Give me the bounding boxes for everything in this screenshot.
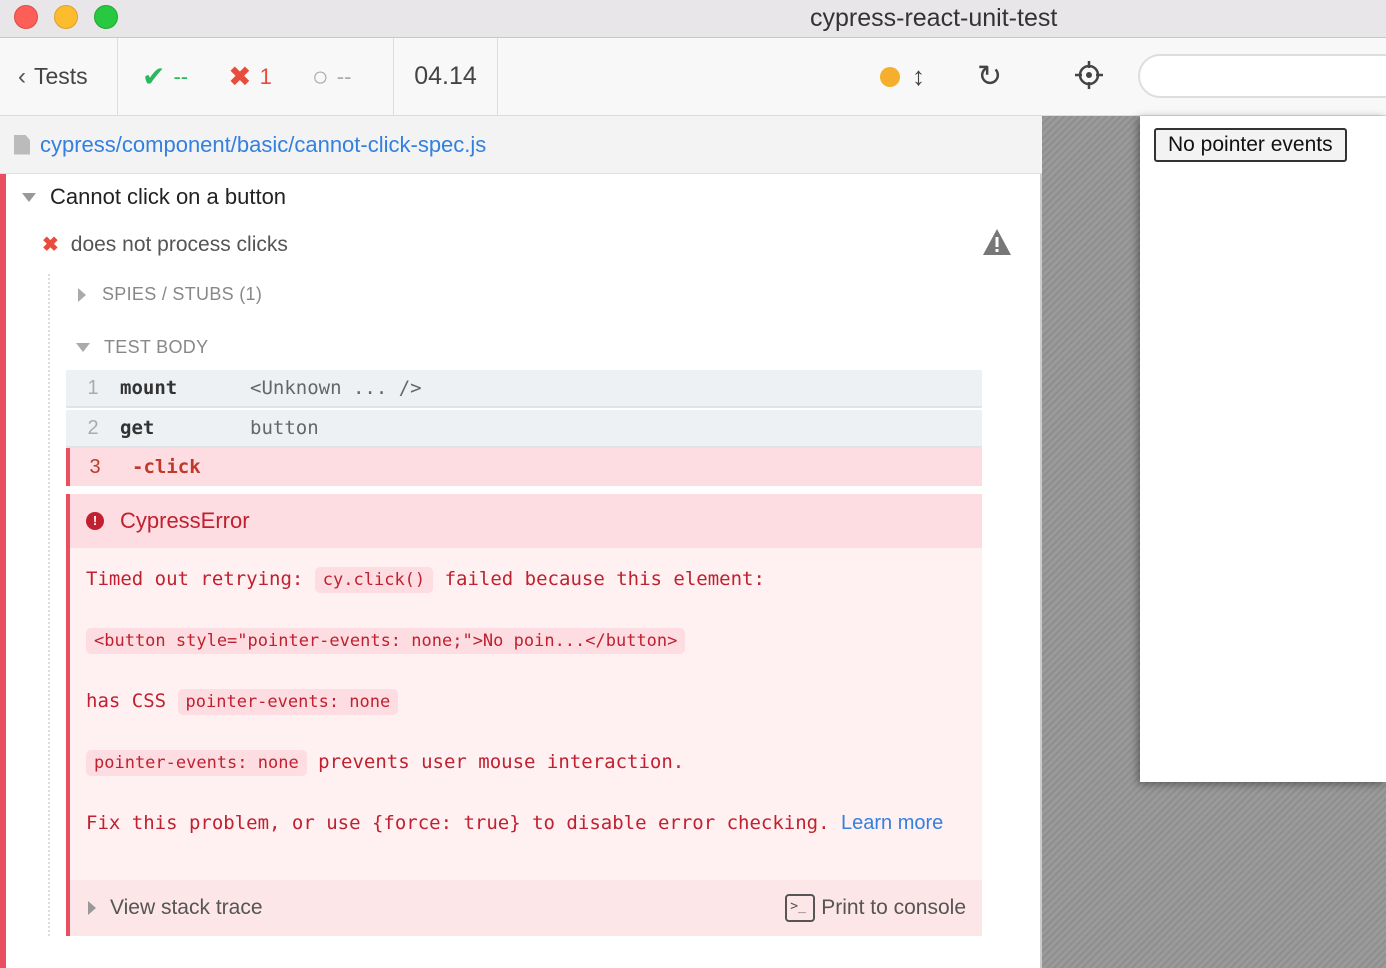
error-text: prevents user mouse interaction.: [318, 751, 685, 773]
dot-icon: [880, 66, 900, 87]
x-icon: ✖: [228, 61, 252, 92]
test-body-toggle[interactable]: TEST BODY: [76, 337, 208, 358]
error-text: Fix this problem, or use {force: true} t…: [86, 812, 830, 834]
reporter-header: ‹ Tests ✔ -- ✖ 1 ○ -- 04.14 ↕ ↻: [0, 38, 1042, 116]
spec-path-bar: cypress/component/basic/cannot-click-spe…: [0, 116, 1042, 174]
window-titlebar: cypress-react-unit-test: [0, 0, 1386, 38]
reload-icon[interactable]: ↻: [977, 59, 1002, 94]
command-name: mount: [120, 377, 178, 399]
error-icon: !: [86, 512, 104, 530]
caret-down-icon: [22, 192, 36, 202]
test-title[interactable]: ✖ does not process clicks: [42, 232, 288, 257]
error-line: has CSS pointer-events: none: [86, 686, 966, 717]
chevron-left-icon: ‹: [18, 62, 26, 90]
view-stack-trace-toggle[interactable]: View stack trace: [110, 896, 263, 920]
command-message: <Unknown ... />: [250, 377, 422, 399]
caret-down-icon: [76, 343, 90, 352]
scroll-arrows-icon[interactable]: ↕: [912, 61, 925, 92]
selector-crosshair-icon[interactable]: [1074, 60, 1104, 90]
command-number: 1: [87, 376, 99, 399]
command-number: 2: [87, 416, 99, 439]
error-panel: ! CypressError Timed out retrying: cy.cl…: [66, 494, 982, 936]
command-number: 3: [89, 455, 101, 478]
failed-stat: ✖ 1: [228, 60, 272, 93]
tests-label: Tests: [34, 63, 88, 89]
error-footer: View stack trace >_ Print to console: [70, 880, 982, 936]
error-code: pointer-events: none: [177, 689, 399, 715]
command-message: button: [250, 417, 319, 439]
reporter-controls: ↕ ↻: [880, 38, 1002, 115]
runnables-panel: Cannot click on a button ✖ does not proc…: [0, 174, 1042, 968]
spies-stubs-toggle[interactable]: SPIES / STUBS (1): [78, 284, 262, 305]
failed-stripe: [0, 174, 6, 968]
command-name: get: [120, 417, 155, 439]
spies-stubs-label: SPIES / STUBS (1): [102, 284, 263, 304]
passed-stat: ✔ --: [142, 60, 188, 93]
test-title-text: does not process clicks: [70, 232, 288, 256]
suite-title[interactable]: Cannot click on a button: [22, 184, 286, 210]
tests-back-button[interactable]: ‹ Tests: [0, 38, 118, 115]
error-header: ! CypressError: [70, 494, 982, 548]
error-text: has CSS: [86, 690, 167, 712]
error-line: <button style="pointer-events: none;">No…: [86, 625, 966, 656]
command-name: -click: [132, 456, 201, 478]
error-code: pointer-events: none: [86, 750, 307, 776]
print-to-console-button[interactable]: >_ Print to console: [785, 894, 966, 922]
passed-count: --: [173, 63, 189, 89]
zoom-window-button[interactable]: [94, 5, 118, 29]
aut-header: [1042, 38, 1386, 116]
caret-right-icon: [88, 901, 96, 915]
command-row-failed[interactable]: 3 -click: [66, 448, 982, 486]
command-row[interactable]: 2 get button: [66, 410, 982, 448]
url-input[interactable]: [1138, 54, 1386, 98]
print-to-console-label: Print to console: [821, 896, 966, 919]
error-line: pointer-events: none prevents user mouse…: [86, 747, 966, 778]
error-message: Timed out retrying: cy.click() failed be…: [70, 548, 982, 838]
pending-stat: ○ --: [312, 61, 352, 93]
run-duration: 04.14: [394, 38, 498, 115]
aut-iframe: No pointer events: [1140, 116, 1386, 782]
spec-path-link[interactable]: cypress/component/basic/cannot-click-spe…: [40, 132, 486, 158]
caret-right-icon: [78, 287, 86, 302]
pending-count: --: [336, 63, 352, 89]
error-line: Timed out retrying: cy.click() failed be…: [86, 564, 966, 595]
terminal-icon: >_: [785, 894, 816, 922]
test-stats: ✔ -- ✖ 1 ○ --: [118, 38, 394, 115]
error-name: CypressError: [120, 508, 250, 533]
error-text: failed because this element:: [444, 568, 765, 590]
test-body-label: TEST BODY: [104, 337, 209, 357]
error-code: <button style="pointer-events: none;">No…: [86, 628, 686, 654]
check-icon: ✔: [142, 61, 166, 92]
failed-count: 1: [259, 63, 272, 89]
no-pointer-events-button[interactable]: No pointer events: [1154, 128, 1347, 162]
spinner-icon: ○: [311, 60, 329, 92]
window-title: cypress-react-unit-test: [810, 4, 1058, 32]
suite-title-text: Cannot click on a button: [50, 184, 287, 209]
x-icon: ✖: [42, 234, 59, 256]
command-row[interactable]: 1 mount <Unknown ... />: [66, 370, 982, 408]
file-icon: [14, 134, 30, 155]
error-text: Timed out retrying:: [86, 568, 304, 590]
warning-icon[interactable]: [982, 228, 1012, 256]
minimize-window-button[interactable]: [54, 5, 78, 29]
learn-more-link[interactable]: Learn more: [841, 812, 943, 834]
close-window-button[interactable]: [14, 5, 38, 29]
error-line: Fix this problem, or use {force: true} t…: [86, 808, 966, 838]
error-code: cy.click(): [314, 567, 434, 593]
